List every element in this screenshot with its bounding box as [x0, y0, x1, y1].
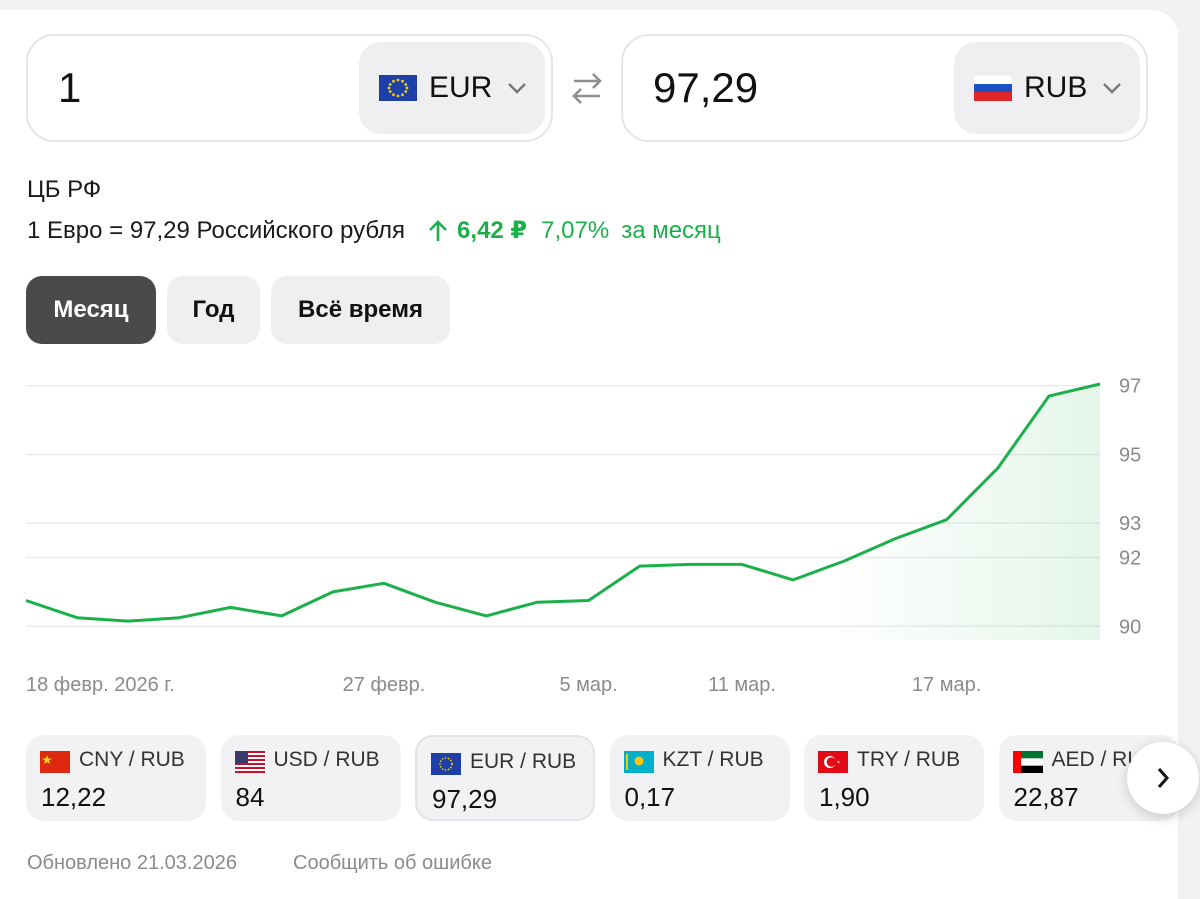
tab-all-time[interactable]: Всё время: [271, 276, 450, 344]
currency-pair-card[interactable]: EUR / RUB 97,29: [415, 735, 595, 821]
next-pairs-button[interactable]: [1127, 742, 1199, 814]
currency-pairs-list: CNY / RUB 12,22 USD / RUB 84 EUR / RUB 97,29 K…: [26, 735, 1178, 823]
pair-value: 22,87: [1013, 782, 1079, 812]
pair-value: 1,90: [819, 782, 870, 812]
y-tick-label: 97: [1119, 376, 1141, 398]
pair-label: EUR / RUB: [470, 750, 577, 773]
from-currency-select[interactable]: EUR: [359, 42, 545, 134]
pair-value: 97,29: [432, 784, 498, 814]
rate-source: ЦБ РФ: [27, 176, 102, 203]
currency-pair-card[interactable]: TRY / RUB 1,90: [804, 735, 984, 821]
rate-summary: 1 Евро = 97,29 Российского рубля 6,42 ₽ …: [27, 216, 721, 245]
rate-change-pct: 7,07%: [541, 216, 610, 244]
tr-flag-icon: [818, 751, 848, 773]
pair-label: TRY / RUB: [857, 748, 961, 771]
arrow-up-icon: [429, 219, 447, 241]
to-amount-input[interactable]: 97,29: [653, 64, 758, 112]
y-tick-label: 95: [1119, 444, 1141, 466]
report-error-link[interactable]: Сообщить об ошибке: [293, 852, 492, 875]
swap-icon[interactable]: [568, 68, 606, 108]
pair-label: USD / RUB: [273, 748, 380, 771]
rate-chart[interactable]: 90 92 93 95 97 18 февр. 2026 г. 27 февр. 5 мар.…: [0, 350, 1178, 710]
from-amount-input[interactable]: 1: [58, 64, 81, 112]
chevron-down-icon: [1103, 83, 1122, 94]
tab-year[interactable]: Год: [167, 276, 260, 344]
ae-flag-icon: [1012, 751, 1043, 773]
rate-change-abs: 6,42 ₽: [457, 217, 528, 244]
x-tick-label: 18 февр. 2026 г.: [26, 674, 175, 696]
y-tick-label: 90: [1119, 616, 1141, 638]
us-flag-icon: [234, 751, 265, 773]
pair-label: KZT / RUB: [662, 748, 764, 771]
pair-value: 12,22: [41, 782, 107, 812]
pair-value: 84: [235, 782, 265, 812]
rate-change-period: за месяц: [621, 216, 721, 244]
y-tick-label: 93: [1119, 513, 1141, 535]
updated-date: Обновлено 21.03.2026: [27, 852, 237, 874]
chevron-down-icon: [508, 83, 527, 94]
pair-value: 0,17: [624, 782, 676, 812]
currency-pair-card[interactable]: USD / RUB 84: [220, 735, 401, 821]
to-currency-select[interactable]: RUB: [954, 42, 1140, 134]
to-currency-code: RUB: [1024, 71, 1088, 104]
eu-flag-icon: [379, 75, 417, 101]
currency-pair-card[interactable]: KZT / RUB 0,17: [609, 735, 790, 821]
currency-pair-card[interactable]: CNY / RUB 12,22: [26, 735, 206, 821]
ru-flag-icon: [974, 75, 1012, 101]
x-tick-label: 5 мар.: [559, 674, 617, 696]
chevron-right-icon: [1157, 768, 1170, 788]
y-tick-label: 92: [1119, 548, 1141, 570]
tab-month[interactable]: Месяц: [26, 276, 156, 344]
x-tick-label: 17 мар.: [912, 674, 981, 696]
pair-label: CNY / RUB: [79, 748, 185, 771]
rate-text: 1 Евро = 97,29 Российского рубля: [27, 216, 406, 244]
cn-flag-icon: [40, 751, 70, 773]
kz-flag-icon: [623, 751, 654, 773]
to-converter: 97,29 RUB: [621, 34, 1148, 142]
x-tick-label: 11 мар.: [708, 674, 776, 696]
x-tick-label: 27 февр.: [343, 674, 426, 696]
eu-flag-icon: [431, 753, 461, 775]
from-converter: 1 EUR: [26, 34, 553, 142]
from-currency-code: EUR: [429, 71, 493, 104]
